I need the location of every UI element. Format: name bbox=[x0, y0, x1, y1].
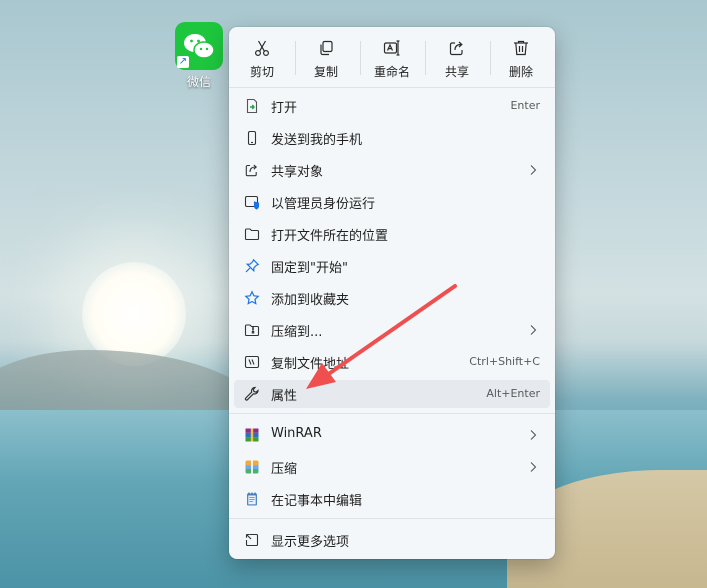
zip-folder-icon bbox=[244, 324, 260, 337]
open-icon bbox=[246, 98, 258, 114]
wechat-icon: ↗ bbox=[175, 22, 223, 70]
menu-item-label: 共享对象 bbox=[271, 165, 324, 180]
menu-divider bbox=[229, 518, 555, 519]
chevron-right-icon bbox=[530, 325, 537, 335]
rename-button[interactable]: 重命名 bbox=[362, 35, 422, 81]
menu-item-properties[interactable]: 属性 Alt+Enter bbox=[234, 380, 550, 408]
menu-item-shortcut: Alt+Enter bbox=[486, 387, 540, 400]
star-icon bbox=[244, 290, 260, 305]
menu-item-copy-path[interactable]: 复制文件地址 Ctrl+Shift+C bbox=[234, 348, 550, 376]
menu-item-add-favorites[interactable]: 添加到收藏夹 bbox=[234, 284, 550, 312]
delete-icon bbox=[514, 40, 528, 56]
delete-label: 删除 bbox=[508, 65, 533, 79]
menu-item-label: 打开文件所在的位置 bbox=[271, 229, 389, 244]
cut-button[interactable]: 剪切 bbox=[232, 35, 292, 81]
menu-item-label: WinRAR bbox=[271, 426, 322, 441]
menu-item-share-with[interactable]: 共享对象 bbox=[234, 156, 550, 184]
menu-item-open-location[interactable]: 打开文件所在的位置 bbox=[234, 220, 550, 248]
menu-item-label: 固定到"开始" bbox=[271, 261, 348, 276]
admin-shield-icon bbox=[244, 195, 260, 210]
toolbar-separator bbox=[425, 41, 426, 75]
menu-item-open[interactable]: 打开 Enter bbox=[234, 92, 550, 120]
menu-item-label: 在记事本中编辑 bbox=[271, 494, 363, 509]
path-icon bbox=[244, 355, 260, 369]
menu-item-winrar[interactable]: WinRAR bbox=[234, 421, 550, 449]
copy-button[interactable]: 复制 bbox=[296, 35, 356, 81]
share-icon bbox=[449, 41, 463, 56]
desktop-icon-wechat[interactable]: ↗ 微信 bbox=[172, 22, 226, 90]
rename-icon bbox=[383, 40, 400, 56]
menu-item-label: 以管理员身份运行 bbox=[271, 197, 376, 212]
menu-item-pin-to-start[interactable]: 固定到"开始" bbox=[234, 252, 550, 280]
menu-item-show-more-options[interactable]: 显示更多选项 bbox=[234, 526, 550, 554]
compress-icon bbox=[245, 460, 259, 474]
delete-button[interactable]: 删除 bbox=[491, 35, 551, 81]
desktop-icon-label: 微信 bbox=[186, 75, 211, 89]
context-menu: 剪切 复制 重命名 共享 删除 打开 Enter 发送到我的手机 共享对象 以管… bbox=[229, 27, 555, 559]
rename-label: 重命名 bbox=[373, 65, 410, 79]
menu-item-label: 添加到收藏夹 bbox=[271, 293, 350, 308]
menu-divider bbox=[229, 413, 555, 414]
toolbar-separator bbox=[360, 41, 361, 75]
menu-item-shortcut: Enter bbox=[510, 99, 540, 112]
menu-item-label: 属性 bbox=[271, 389, 298, 404]
chevron-right-icon bbox=[530, 462, 537, 472]
more-options-icon bbox=[245, 533, 259, 547]
pin-icon bbox=[245, 258, 260, 273]
copy-icon bbox=[320, 40, 333, 56]
share-button[interactable]: 共享 bbox=[427, 35, 487, 81]
share-icon bbox=[245, 164, 258, 177]
menu-item-label: 发送到我的手机 bbox=[271, 133, 363, 148]
chevron-right-icon bbox=[530, 430, 537, 440]
wrench-icon bbox=[244, 386, 259, 401]
shortcut-arrow-icon: ↗ bbox=[177, 56, 189, 68]
menu-item-compress-to[interactable]: 压缩到... bbox=[234, 316, 550, 344]
menu-item-label: 压缩到... bbox=[271, 325, 323, 340]
menu-item-run-as-admin[interactable]: 以管理员身份运行 bbox=[234, 188, 550, 216]
share-label: 共享 bbox=[444, 65, 469, 79]
menu-item-label: 打开 bbox=[271, 101, 298, 116]
menu-item-edit-notepad[interactable]: 在记事本中编辑 bbox=[234, 485, 550, 513]
winrar-icon bbox=[245, 428, 259, 442]
folder-icon bbox=[244, 228, 260, 241]
menu-item-label: 压缩 bbox=[271, 462, 298, 477]
cut-icon bbox=[254, 40, 270, 57]
menu-item-label: 复制文件地址 bbox=[271, 357, 350, 372]
context-menu-toolbar: 剪切 复制 重命名 共享 删除 bbox=[229, 27, 555, 83]
menu-item-compress[interactable]: 压缩 bbox=[234, 453, 550, 481]
copy-label: 复制 bbox=[313, 65, 338, 79]
phone-icon bbox=[247, 130, 257, 146]
menu-item-shortcut: Ctrl+Shift+C bbox=[469, 355, 540, 368]
menu-item-send-to-phone[interactable]: 发送到我的手机 bbox=[234, 124, 550, 152]
menu-divider bbox=[229, 87, 555, 88]
menu-item-label: 显示更多选项 bbox=[271, 535, 350, 550]
notepad-icon bbox=[247, 492, 257, 506]
cut-label: 剪切 bbox=[249, 65, 274, 79]
chevron-right-icon bbox=[530, 165, 537, 175]
